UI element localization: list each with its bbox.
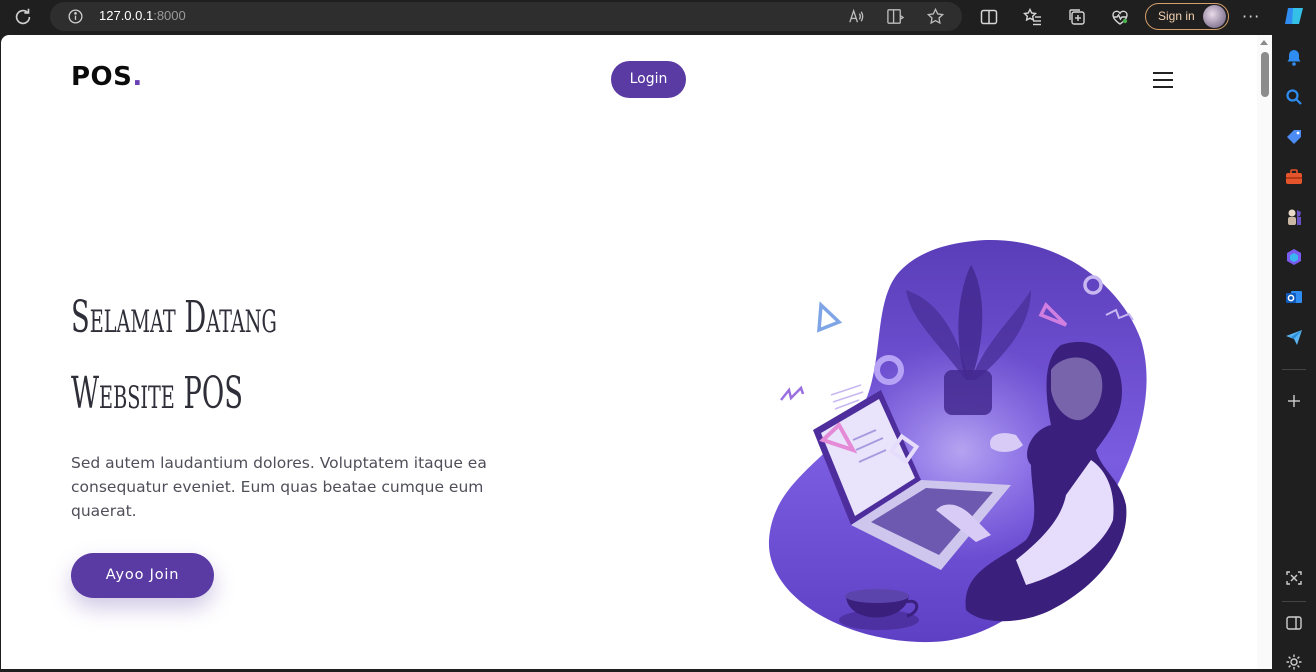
games-icon[interactable] — [1284, 207, 1304, 227]
sidebar-divider — [1282, 369, 1306, 370]
settings-icon[interactable] — [1284, 652, 1304, 672]
scroll-up-arrow-icon[interactable] — [1260, 40, 1268, 45]
edge-sidebar — [1272, 8, 1316, 672]
join-button[interactable]: Ayoo Join — [71, 553, 214, 598]
url-host: 127.0.0.1 — [99, 8, 154, 23]
logo-text: POS — [71, 62, 133, 92]
logo-dot: . — [132, 62, 143, 92]
hero-title: Selamat Datang Website POS — [71, 280, 393, 432]
page-scrollbar[interactable] — [1257, 35, 1272, 669]
telegram-icon[interactable] — [1284, 327, 1304, 347]
sidebar-toggle-icon[interactable] — [1284, 613, 1304, 633]
sign-in-button[interactable]: Sign in — [1145, 3, 1229, 30]
add-icon[interactable] — [1284, 391, 1304, 411]
copilot-icon[interactable] — [1282, 4, 1306, 28]
hamburger-line — [1153, 79, 1173, 81]
reload-icon[interactable] — [12, 6, 34, 28]
microsoft365-icon[interactable] — [1284, 247, 1304, 267]
url-text[interactable]: 127.0.0.1:8000 — [99, 8, 186, 23]
outlook-icon[interactable] — [1284, 287, 1304, 307]
sign-in-label: Sign in — [1158, 9, 1195, 23]
tools-icon[interactable] — [1284, 167, 1304, 187]
hero-title-line-2: Website POS — [71, 368, 243, 419]
browser-essentials-icon[interactable] — [1110, 7, 1130, 27]
profile-avatar — [1203, 5, 1226, 28]
read-aloud-icon[interactable] — [847, 7, 866, 26]
sidebar-divider-bottom — [1282, 601, 1306, 602]
browser-toolbar: 127.0.0.1:8000 Sign in ··· — [0, 0, 1316, 35]
more-icon[interactable]: ··· — [1242, 7, 1260, 26]
hero-illustration — [768, 239, 1147, 643]
hamburger-line — [1153, 86, 1173, 88]
shopping-tag-icon[interactable] — [1284, 127, 1304, 147]
split-screen-icon[interactable] — [979, 7, 999, 27]
hamburger-line — [1153, 72, 1173, 74]
favorite-star-icon[interactable] — [926, 7, 945, 26]
hero-title-line-1: Selamat Datang — [71, 292, 277, 343]
hamburger-menu-icon[interactable] — [1153, 72, 1173, 89]
immersive-reader-icon[interactable] — [886, 7, 905, 26]
favorites-icon[interactable] — [1023, 7, 1043, 27]
hero-description: Sed autem laudantium dolores. Voluptatem… — [71, 454, 487, 520]
info-icon[interactable] — [67, 8, 84, 25]
page-viewport: POS. Login Selamat Datang Website POS Se… — [1, 35, 1272, 669]
site-logo[interactable]: POS. — [71, 62, 143, 92]
search-icon[interactable] — [1284, 87, 1304, 107]
bell-icon[interactable] — [1284, 47, 1304, 67]
address-bar[interactable]: 127.0.0.1:8000 — [50, 2, 962, 31]
url-port: :8000 — [153, 8, 186, 23]
scroll-thumb[interactable] — [1261, 52, 1269, 97]
login-button[interactable]: Login — [611, 61, 686, 98]
screenshot-icon[interactable] — [1284, 568, 1304, 588]
collections-icon[interactable] — [1067, 7, 1087, 27]
